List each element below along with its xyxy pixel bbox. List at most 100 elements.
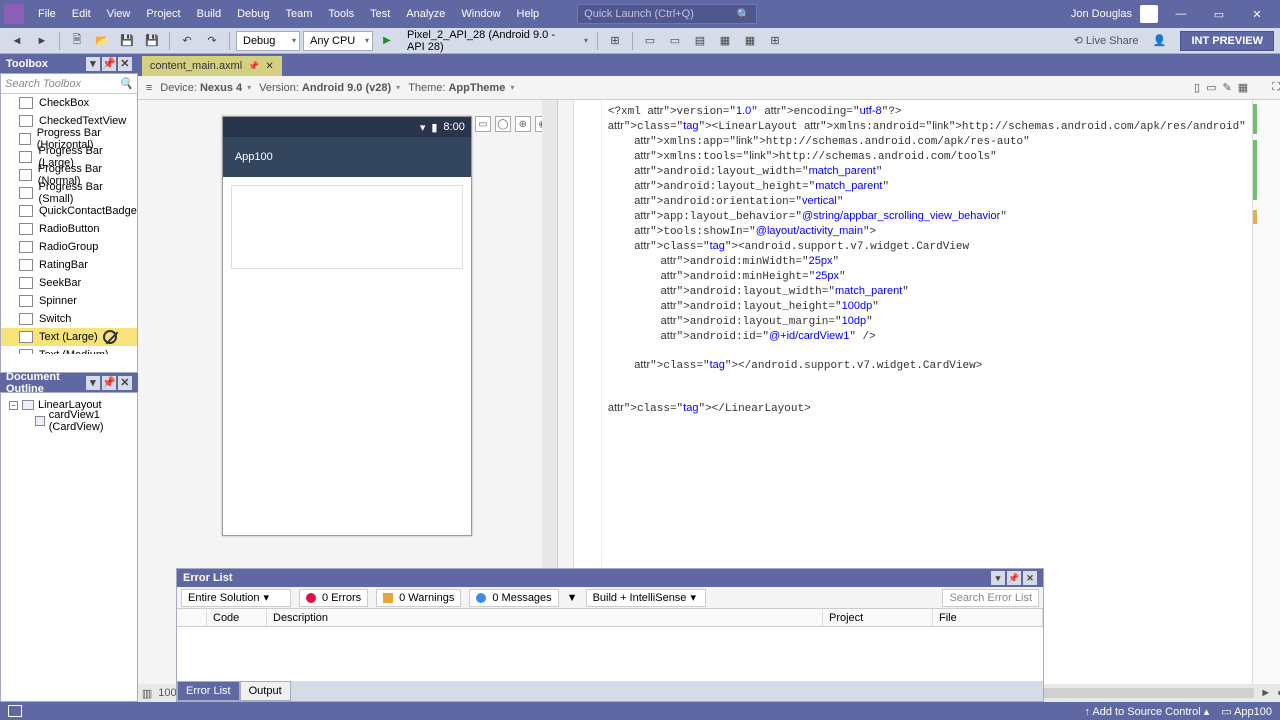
toolbox-item[interactable]: Text (Large) (1, 328, 137, 346)
menu-file[interactable]: File (30, 8, 64, 20)
zoom-in-icon[interactable]: ⊕ (515, 116, 531, 132)
collapse-icon[interactable]: − (9, 401, 18, 410)
no-drop-cursor-icon (103, 330, 117, 344)
el-pin-icon[interactable]: 📌 (1007, 571, 1021, 585)
toolbox-item[interactable]: SeekBar (1, 274, 137, 292)
tool-2[interactable]: ▭ (639, 30, 661, 52)
col-code[interactable]: Code (207, 609, 267, 626)
new-button[interactable]: 🗎 (66, 30, 88, 52)
tab-close-icon[interactable]: ✕ (265, 61, 273, 72)
el-messages-toggle[interactable]: 0 Messages (469, 589, 558, 607)
tool-5[interactable]: ▦ (714, 30, 736, 52)
control-icon (19, 223, 33, 235)
menu-team[interactable]: Team (278, 8, 321, 20)
undo-button[interactable]: ↶ (176, 30, 198, 52)
config-combo[interactable]: Debug (236, 31, 300, 51)
menu-window[interactable]: Window (453, 8, 508, 20)
edit-icon[interactable]: ✎ (1222, 81, 1231, 94)
menu-debug[interactable]: Debug (229, 8, 277, 20)
col-file[interactable]: File (933, 609, 1043, 626)
toolbox-item[interactable]: CheckBox (1, 94, 137, 112)
quick-launch-input[interactable]: Quick Launch (Ctrl+Q)🔍 (577, 4, 757, 24)
menu-analyze[interactable]: Analyze (398, 8, 453, 20)
menu-test[interactable]: Test (362, 8, 398, 20)
toolbox-item[interactable]: Spinner (1, 292, 137, 310)
user-name[interactable]: Jon Douglas (1071, 8, 1132, 20)
tool-4[interactable]: ▤ (689, 30, 711, 52)
wifi-icon: ▾ (420, 121, 426, 134)
col-project[interactable]: Project (823, 609, 933, 626)
toolbox-item[interactable]: RadioButton (1, 220, 137, 238)
pin-icon[interactable]: 📌 (248, 61, 259, 72)
start-button[interactable]: ▶ (376, 30, 398, 52)
user-avatar[interactable] (1140, 5, 1158, 23)
close-button[interactable]: ✕ (1242, 8, 1272, 21)
add-source-control[interactable]: ↑ Add to Source Control ▴ (1084, 705, 1209, 718)
platform-combo[interactable]: Any CPU (303, 31, 373, 51)
menu-tools[interactable]: Tools (320, 8, 362, 20)
target-combo[interactable]: Pixel_2_API_28 (Android 9.0 - API 28) (401, 31, 591, 51)
tool-1[interactable]: ⊞ (604, 30, 626, 52)
nav-fwd-button[interactable]: ► (31, 30, 53, 52)
clock: 8:00 (443, 121, 464, 133)
el-search-input[interactable]: Search Error List (942, 589, 1039, 607)
redo-button[interactable]: ↷ (201, 30, 223, 52)
toolbox-item[interactable]: Switch (1, 310, 137, 328)
feedback-icon[interactable]: 👤 (1148, 30, 1170, 52)
tool-6[interactable]: ▦ (739, 30, 761, 52)
outline-pin-icon[interactable]: 📌 (102, 376, 116, 390)
toolbox-item[interactable]: QuickContactBadge (1, 202, 137, 220)
zoom-fit-icon[interactable]: ▭ (475, 116, 491, 132)
grid-icon[interactable]: ▦ (1238, 81, 1248, 94)
tab-error-list[interactable]: Error List (177, 681, 240, 701)
toolbox-item[interactable]: Progress Bar (Small) (1, 184, 137, 202)
nav-back-button[interactable]: ◄ (6, 30, 28, 52)
open-button[interactable]: 📂 (91, 30, 113, 52)
toolbox-search-input[interactable]: Search Toolbox🔍 (1, 74, 137, 94)
title-bar: File Edit View Project Build Debug Team … (0, 0, 1280, 28)
maximize-button[interactable]: ▭ (1204, 8, 1234, 21)
el-opts-icon[interactable]: ▾ (991, 571, 1005, 585)
menu-help[interactable]: Help (509, 8, 548, 20)
minimize-button[interactable]: — (1166, 8, 1196, 20)
tool-7[interactable]: ⊞ (764, 30, 786, 52)
menu-edit[interactable]: Edit (64, 8, 99, 20)
expand-icon[interactable]: ⛶ (1272, 81, 1280, 94)
version-combo[interactable]: Version: Android 9.0 (v28) (259, 82, 400, 94)
menu-project[interactable]: Project (138, 8, 188, 20)
save-all-button[interactable]: 💾 (141, 30, 163, 52)
el-build-combo[interactable]: Build + IntelliSense ▾ (586, 589, 706, 607)
live-share-button[interactable]: ⟲ Live Share (1074, 34, 1139, 47)
col-description[interactable]: Description (267, 609, 823, 626)
source-toggle-icon[interactable]: ≡ (146, 82, 152, 94)
doc-tab-content-main[interactable]: content_main.axml📌✕ (142, 56, 282, 76)
theme-combo[interactable]: Theme: AppTheme (408, 82, 514, 94)
toolbox-close-icon[interactable]: ✕ (118, 57, 132, 71)
el-scope-combo[interactable]: Entire Solution ▾ (181, 589, 291, 607)
landscape-icon[interactable]: ▭ (1206, 81, 1216, 94)
cardview-preview[interactable] (231, 185, 463, 269)
outline-opts-icon[interactable]: ▾ (86, 376, 100, 390)
portrait-icon[interactable]: ▯ (1194, 81, 1200, 94)
el-warnings-toggle[interactable]: 0 Warnings (376, 589, 461, 607)
view-switch-icon[interactable]: ▥ (142, 687, 152, 700)
menu-view[interactable]: View (99, 8, 139, 20)
zoom-100-icon[interactable]: ◯ (495, 116, 511, 132)
el-errors-toggle[interactable]: 0 Errors (299, 589, 368, 607)
save-button[interactable]: 💾 (116, 30, 138, 52)
toolbox-item[interactable]: RatingBar (1, 256, 137, 274)
el-filter-icon[interactable]: ▼ (567, 592, 578, 604)
tool-3[interactable]: ▭ (664, 30, 686, 52)
status-project[interactable]: ▭ App100 (1221, 705, 1272, 718)
toolbox-item[interactable]: Text (Medium) (1, 346, 137, 354)
toolbox-item[interactable]: RadioGroup (1, 238, 137, 256)
tab-output[interactable]: Output (240, 681, 291, 701)
outline-child[interactable]: cardView1 (CardView) (49, 409, 133, 433)
outline-close-icon[interactable]: ✕ (118, 376, 132, 390)
el-close-icon[interactable]: ✕ (1023, 571, 1037, 585)
toolbox-pin-icon[interactable]: 📌 (102, 57, 116, 71)
menu-build[interactable]: Build (189, 8, 229, 20)
toolbox-opts-icon[interactable]: ▾ (86, 57, 100, 71)
editor-minimap[interactable] (1252, 100, 1280, 684)
device-combo[interactable]: Device: Nexus 4 (160, 82, 251, 94)
